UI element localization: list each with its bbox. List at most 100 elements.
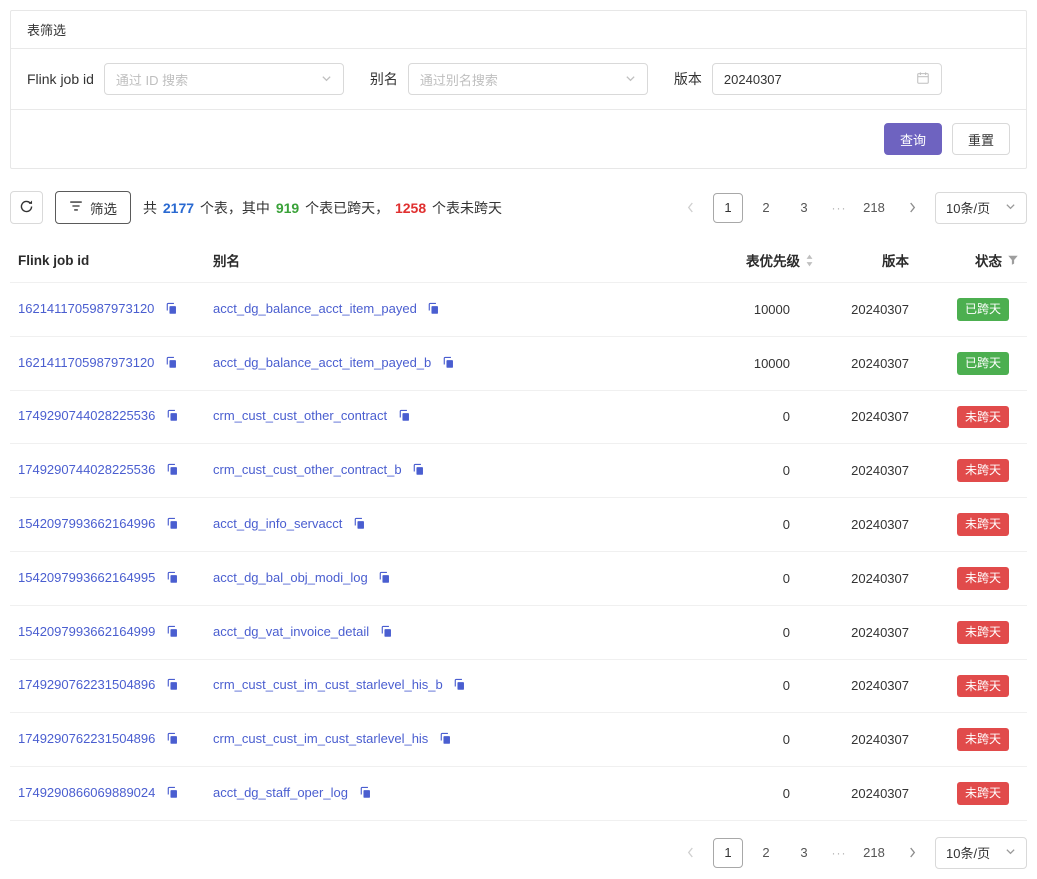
prev-page-button[interactable]: [675, 838, 705, 868]
page-button-2[interactable]: 2: [751, 193, 781, 223]
table-header-row: Flink job id 别名 表优先级 版本 状态: [10, 238, 1027, 283]
next-page-button[interactable]: [897, 838, 927, 868]
status-cell: 未跨天: [917, 498, 1027, 552]
flink-job-id-link[interactable]: 1542097993662164999: [18, 624, 155, 639]
status-header-label: 状态: [975, 250, 1002, 270]
flink-job-id-label: Flink job id: [27, 71, 94, 87]
alias-link[interactable]: crm_cust_cust_im_cust_starlevel_his_b: [213, 677, 443, 692]
flink-job-id-link[interactable]: 1542097993662164996: [18, 516, 155, 531]
alias-select[interactable]: 通过别名搜索: [408, 63, 648, 95]
alias-cell: crm_cust_cust_im_cust_starlevel_his_b: [205, 659, 692, 713]
refresh-icon: [19, 199, 34, 217]
flink-job-id-link[interactable]: 1749290866069889024: [18, 785, 155, 800]
status-cell: 未跨天: [917, 713, 1027, 767]
page-size-select[interactable]: 10条/页: [935, 837, 1027, 869]
copy-icon[interactable]: [165, 356, 178, 372]
flink-job-id-select[interactable]: 通过 ID 搜索: [104, 63, 344, 95]
flink-job-id-link[interactable]: 1749290744028225536: [18, 408, 155, 423]
flink-job-id-cell: 1621411705987973120: [10, 336, 205, 390]
copy-icon[interactable]: [166, 678, 179, 694]
copy-icon[interactable]: [380, 625, 393, 641]
alias-link[interactable]: crm_cust_cust_other_contract: [213, 408, 387, 423]
copy-icon[interactable]: [166, 571, 179, 587]
priority-value: 0: [692, 498, 822, 552]
copy-icon[interactable]: [412, 463, 425, 479]
flink-job-id-link[interactable]: 1749290762231504896: [18, 731, 155, 746]
field-version: 版本 20240307: [674, 63, 942, 95]
alias-link[interactable]: crm_cust_cust_other_contract_b: [213, 462, 402, 477]
next-page-button[interactable]: [897, 193, 927, 223]
reset-button[interactable]: 重置: [952, 123, 1010, 155]
result-summary: 共 2177 个表，其中 919 个表已跨天， 1258 个表未跨天: [143, 198, 502, 218]
page-size-select[interactable]: 10条/页: [935, 192, 1027, 224]
page-button-3[interactable]: 3: [789, 193, 819, 223]
version-date-input[interactable]: 20240307: [712, 63, 942, 95]
filter-toggle-button[interactable]: 筛选: [55, 191, 131, 224]
table-toolbar: 筛选 共 2177 个表，其中 919 个表已跨天， 1258 个表未跨天 1 …: [10, 191, 1027, 224]
status-cell: 未跨天: [917, 551, 1027, 605]
copy-icon[interactable]: [378, 571, 391, 587]
copy-icon[interactable]: [427, 302, 440, 318]
copy-icon[interactable]: [453, 678, 466, 694]
summary-crossed-count: 919: [276, 200, 299, 216]
query-button[interactable]: 查询: [884, 123, 942, 155]
filter-toggle-label: 筛选: [90, 198, 117, 218]
flink-job-id-link[interactable]: 1542097993662164995: [18, 570, 155, 585]
alias-label: 别名: [370, 69, 398, 89]
alias-cell: acct_dg_info_servacct: [205, 498, 692, 552]
alias-link[interactable]: acct_dg_info_servacct: [213, 516, 342, 531]
alias-link[interactable]: acct_dg_balance_acct_item_payed_b: [213, 355, 431, 370]
page-button-last[interactable]: 218: [859, 193, 889, 223]
status-cell: 未跨天: [917, 390, 1027, 444]
refresh-button[interactable]: [10, 191, 43, 224]
copy-icon[interactable]: [166, 732, 179, 748]
copy-icon[interactable]: [166, 463, 179, 479]
column-header-alias: 别名: [205, 238, 692, 283]
flink-job-id-link[interactable]: 1749290762231504896: [18, 677, 155, 692]
flink-job-id-cell: 1749290866069889024: [10, 767, 205, 821]
alias-link[interactable]: acct_dg_staff_oper_log: [213, 785, 348, 800]
alias-cell: acct_dg_vat_invoice_detail: [205, 605, 692, 659]
alias-link[interactable]: acct_dg_bal_obj_modi_log: [213, 570, 368, 585]
filter-funnel-icon[interactable]: [1007, 254, 1019, 266]
table-row: 1621411705987973120 acct_dg_balance_acct…: [10, 283, 1027, 337]
status-cell: 已跨天: [917, 336, 1027, 390]
column-header-version: 版本: [822, 238, 917, 283]
prev-page-button[interactable]: [675, 193, 705, 223]
priority-value: 0: [692, 713, 822, 767]
copy-icon[interactable]: [359, 786, 372, 802]
column-header-priority[interactable]: 表优先级: [692, 238, 822, 283]
page-size-label: 10条/页: [946, 198, 990, 217]
column-header-status[interactable]: 状态: [917, 238, 1027, 283]
page-button-1[interactable]: 1: [713, 838, 743, 868]
jump-next-ellipsis[interactable]: ···: [827, 846, 851, 860]
sort-icon[interactable]: [805, 253, 814, 268]
copy-icon[interactable]: [166, 786, 179, 802]
status-badge: 未跨天: [957, 782, 1009, 805]
flink-job-id-link[interactable]: 1621411705987973120: [18, 301, 154, 316]
jump-next-ellipsis[interactable]: ···: [827, 201, 851, 215]
alias-link[interactable]: crm_cust_cust_im_cust_starlevel_his: [213, 731, 428, 746]
alias-link[interactable]: acct_dg_balance_acct_item_payed: [213, 301, 417, 316]
flink-job-id-link[interactable]: 1749290744028225536: [18, 462, 155, 477]
flink-job-id-placeholder: 通过 ID 搜索: [116, 70, 188, 89]
copy-icon[interactable]: [166, 409, 179, 425]
copy-icon[interactable]: [166, 625, 179, 641]
page-button-2[interactable]: 2: [751, 838, 781, 868]
flink-job-id-link[interactable]: 1621411705987973120: [18, 355, 154, 370]
copy-icon[interactable]: [442, 356, 455, 372]
flink-job-id-cell: 1542097993662164996: [10, 498, 205, 552]
status-badge: 未跨天: [957, 459, 1009, 482]
page-button-last[interactable]: 218: [859, 838, 889, 868]
alias-link[interactable]: acct_dg_vat_invoice_detail: [213, 624, 369, 639]
copy-icon[interactable]: [166, 517, 179, 533]
page-button-1[interactable]: 1: [713, 193, 743, 223]
copy-icon[interactable]: [398, 409, 411, 425]
page-button-3[interactable]: 3: [789, 838, 819, 868]
copy-icon[interactable]: [439, 732, 452, 748]
chevron-down-icon: [1005, 200, 1016, 215]
alias-cell: acct_dg_balance_acct_item_payed_b: [205, 336, 692, 390]
flink-job-id-cell: 1542097993662164995: [10, 551, 205, 605]
copy-icon[interactable]: [353, 517, 366, 533]
copy-icon[interactable]: [165, 302, 178, 318]
